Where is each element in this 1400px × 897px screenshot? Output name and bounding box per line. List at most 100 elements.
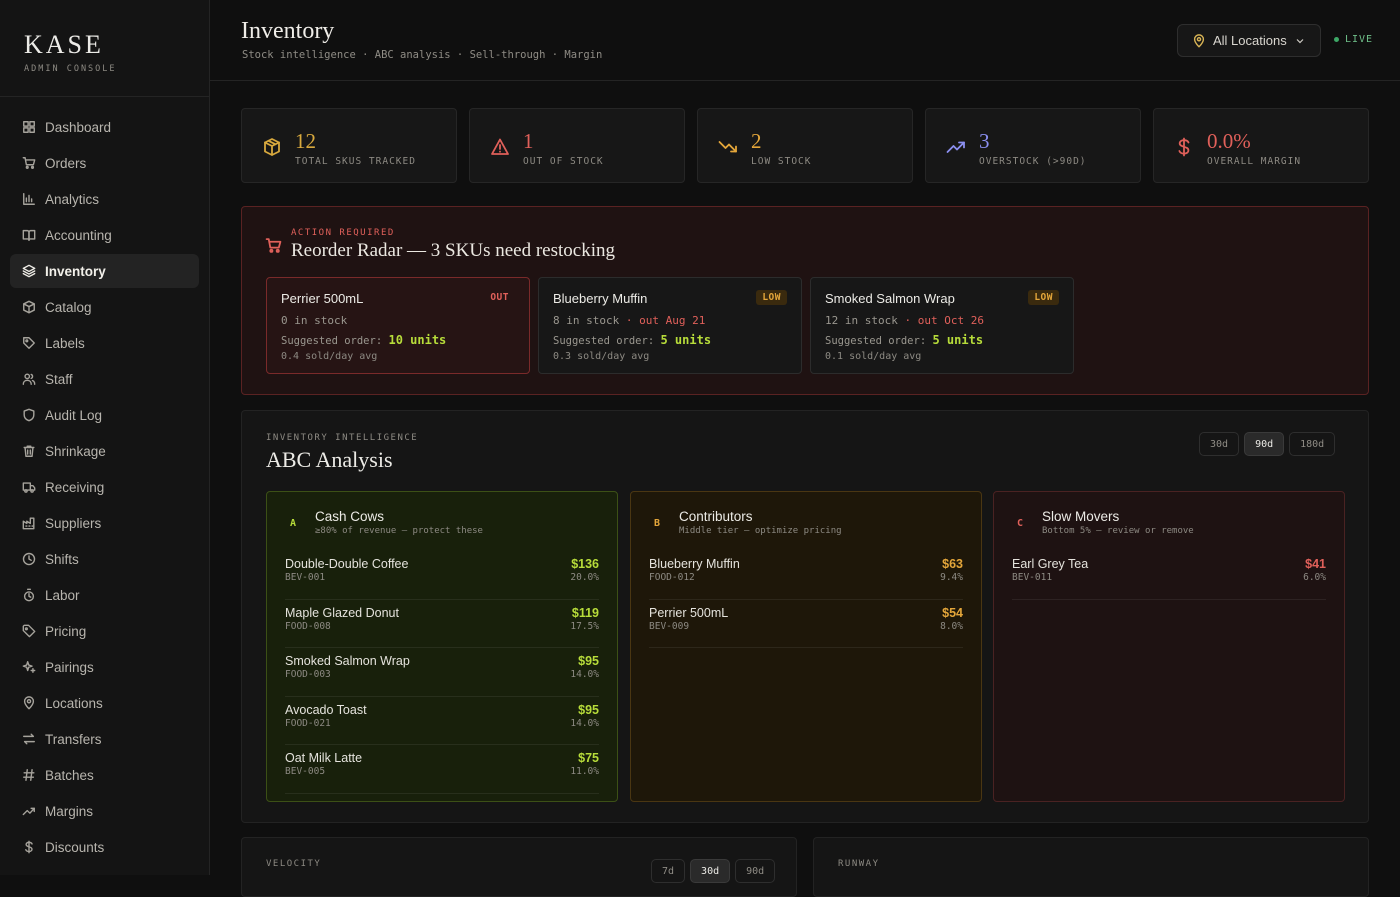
reorder-card-suggestion: Suggested order: 5 units bbox=[825, 333, 983, 347]
reorder-card[interactable]: Smoked Salmon Wrap LOW 12 in stock · out… bbox=[810, 277, 1074, 374]
sidebar-item-receiving[interactable]: Receiving bbox=[10, 470, 199, 504]
item-revenue: $63 bbox=[942, 557, 963, 571]
item-name: Oat Milk Latte bbox=[285, 751, 363, 765]
sidebar-nav: Dashboard Orders Analytics Accounting In… bbox=[0, 97, 209, 864]
sidebar-item-batches[interactable]: Batches bbox=[10, 758, 199, 792]
grid-icon bbox=[23, 121, 35, 133]
trash-icon bbox=[23, 445, 35, 457]
list-item[interactable]: Maple Glazed Donut FOOD-008 $119 17.5% bbox=[285, 600, 599, 648]
sidebar-item-label: Margins bbox=[45, 803, 94, 819]
reorder-card-stock: 12 in stock · out Oct 26 bbox=[825, 314, 984, 327]
clock-icon bbox=[22, 552, 36, 566]
reorder-card-rate: 0.1 sold/day avg bbox=[825, 351, 922, 362]
sidebar-item-labor[interactable]: Labor bbox=[10, 578, 199, 612]
item-revenue: $136 bbox=[571, 557, 599, 571]
kpi-low-stock: 2 LOW STOCK bbox=[697, 108, 913, 183]
list-item[interactable]: Earl Grey Tea BEV-011 $41 6.0% bbox=[1012, 551, 1326, 600]
range-90d-button[interactable]: 90d bbox=[735, 859, 776, 883]
sidebar-item-audit-log[interactable]: Audit Log bbox=[10, 398, 199, 432]
price-tag-icon bbox=[22, 624, 36, 638]
trend-up-icon bbox=[946, 137, 966, 157]
sidebar-item-labels[interactable]: Labels bbox=[10, 326, 199, 360]
tier-list: Double-Double Coffee BEV-001 $136 20.0% … bbox=[285, 551, 599, 794]
section-title: ABC Analysis bbox=[266, 447, 393, 472]
kpi-value: 0.0% bbox=[1207, 129, 1251, 153]
sidebar-item-catalog[interactable]: Catalog bbox=[10, 290, 199, 324]
users-icon bbox=[22, 373, 36, 385]
list-item[interactable]: Smoked Salmon Wrap FOOD-003 $95 14.0% bbox=[285, 648, 599, 697]
sidebar-item-label: Accounting bbox=[45, 227, 112, 243]
sidebar-item-suppliers[interactable]: Suppliers bbox=[10, 506, 199, 540]
list-item[interactable]: Oat Milk Latte BEV-005 $75 11.0% bbox=[285, 745, 599, 794]
map-pin-icon bbox=[23, 696, 35, 710]
range-7d-button[interactable]: 7d bbox=[651, 859, 686, 883]
kpi-label: OVERSTOCK (>90D) bbox=[979, 156, 1087, 167]
range-180d-button[interactable]: 180d bbox=[1289, 432, 1336, 456]
velocity-range-toggle: 7d 30d 90d bbox=[651, 859, 776, 883]
sidebar-item-orders[interactable]: Orders bbox=[10, 146, 199, 180]
item-sku: FOOD-021 bbox=[285, 717, 331, 729]
item-sku: FOOD-003 bbox=[285, 669, 331, 680]
kpi-label: LOW STOCK bbox=[751, 156, 812, 167]
sidebar-item-margins[interactable]: Margins bbox=[10, 794, 199, 828]
stock-count: 12 in stock bbox=[825, 314, 898, 327]
sidebar-item-transfers[interactable]: Transfers bbox=[10, 722, 199, 756]
range-30d-button[interactable]: 30d bbox=[690, 859, 731, 883]
list-item[interactable]: Perrier 500mL BEV-009 $54 8.0% bbox=[649, 600, 963, 648]
list-item[interactable]: Avocado Toast FOOD-021 $95 14.0% bbox=[285, 697, 599, 745]
reorder-card-name: Smoked Salmon Wrap bbox=[825, 291, 955, 306]
item-sku: BEV-011 bbox=[1012, 572, 1053, 583]
sidebar-item-locations[interactable]: Locations bbox=[10, 686, 199, 720]
sidebar-item-discounts[interactable]: Discounts bbox=[10, 830, 199, 864]
timer-icon bbox=[23, 588, 35, 602]
sidebar-item-shrinkage[interactable]: Shrinkage bbox=[10, 434, 199, 468]
tier-name: Slow Movers bbox=[1042, 509, 1120, 524]
brand-subtitle: ADMIN CONSOLE bbox=[24, 64, 117, 74]
sidebar-item-dashboard[interactable]: Dashboard bbox=[10, 110, 199, 144]
kpi-value: 1 bbox=[523, 129, 534, 153]
reorder-card[interactable]: Perrier 500mL OUT 0 in stock Suggested o… bbox=[266, 277, 530, 374]
range-30d-button[interactable]: 30d bbox=[1199, 432, 1240, 456]
list-item[interactable]: Double-Double Coffee BEV-001 $136 20.0% bbox=[285, 551, 599, 600]
range-90d-button[interactable]: 90d bbox=[1244, 432, 1285, 456]
page-header: Inventory Stock intelligence · ABC analy… bbox=[210, 0, 1400, 81]
item-revenue: $95 bbox=[578, 702, 599, 717]
sidebar-item-accounting[interactable]: Accounting bbox=[10, 218, 199, 252]
sidebar-item-label: Inventory bbox=[45, 263, 106, 279]
location-select[interactable]: All Locations bbox=[1177, 24, 1321, 57]
live-dot bbox=[1334, 37, 1339, 42]
section-tag: INVENTORY INTELLIGENCE bbox=[266, 433, 419, 443]
out-date: · out Oct 26 bbox=[904, 314, 984, 327]
suggest-label: Suggested order: bbox=[281, 335, 383, 347]
cart-icon bbox=[22, 157, 36, 169]
location-select-value: All Locations bbox=[1213, 33, 1287, 48]
item-name: Perrier 500mL bbox=[649, 605, 729, 620]
cart-icon bbox=[265, 237, 282, 259]
reorder-card[interactable]: Blueberry Muffin LOW 8 in stock · out Au… bbox=[538, 277, 802, 374]
reorder-card-stock: 8 in stock · out Aug 21 bbox=[553, 314, 705, 327]
list-item[interactable]: Blueberry Muffin FOOD-012 $63 9.4% bbox=[649, 551, 963, 600]
suggest-label: Suggested order: bbox=[825, 335, 927, 347]
kpi-value: 3 bbox=[979, 129, 990, 153]
item-share: 14.0% bbox=[570, 717, 599, 729]
tag-icon bbox=[23, 337, 35, 349]
item-name: Maple Glazed Donut bbox=[285, 605, 399, 620]
stock-count: 0 in stock bbox=[281, 314, 348, 327]
item-sku: BEV-005 bbox=[285, 766, 326, 777]
section-tag: RUNWAY bbox=[838, 859, 880, 869]
truck-icon bbox=[22, 482, 36, 493]
section-tag: VELOCITY bbox=[266, 859, 322, 869]
item-revenue: $75 bbox=[578, 751, 599, 765]
reorder-card-suggestion: Suggested order: 10 units bbox=[281, 333, 446, 347]
sidebar-item-analytics[interactable]: Analytics bbox=[10, 182, 199, 216]
sidebar-item-pairings[interactable]: Pairings bbox=[10, 650, 199, 684]
sidebar-item-shifts[interactable]: Shifts bbox=[10, 542, 199, 576]
sidebar-item-staff[interactable]: Staff bbox=[10, 362, 199, 396]
kpi-label: OVERALL MARGIN bbox=[1207, 156, 1302, 167]
sidebar-item-label: Audit Log bbox=[45, 407, 103, 423]
sidebar-item-inventory[interactable]: Inventory bbox=[10, 254, 199, 288]
sidebar-item-pricing[interactable]: Pricing bbox=[10, 614, 199, 648]
kpi-overstock: 3 OVERSTOCK (>90D) bbox=[925, 108, 1141, 183]
suggest-value: 5 units bbox=[932, 333, 984, 347]
item-name: Blueberry Muffin bbox=[649, 557, 740, 571]
